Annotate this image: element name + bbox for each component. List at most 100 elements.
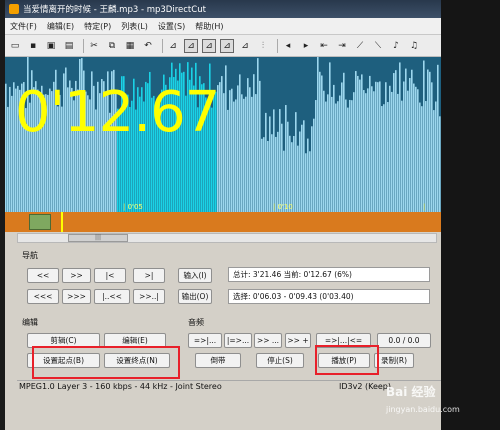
out-point-button[interactable]: 输出(O) — [178, 289, 212, 304]
waveform-view[interactable]: 0'12.67 | 0'05 | 0'10 | 0'15 — [5, 57, 441, 212]
scrollbar-thumb[interactable]: ||| — [68, 234, 128, 242]
waveform-bar — [303, 120, 305, 212]
horizontal-scrollbar[interactable]: ||| — [17, 233, 437, 243]
prev-cue-icon[interactable]: ◂ — [281, 39, 295, 53]
overview-selection — [29, 214, 51, 230]
waveform-bar — [375, 81, 377, 212]
playback-cursor[interactable] — [61, 212, 63, 232]
waveform-bar — [363, 90, 365, 212]
normalize-icon[interactable]: ♪ — [389, 39, 403, 53]
jump-forward-button[interactable]: >>..| — [133, 289, 165, 304]
waveform-bar — [437, 64, 439, 212]
waveform-bar — [251, 96, 253, 212]
cue-active-icon[interactable]: ⊿ — [202, 38, 216, 53]
cut-icon[interactable]: ✂ — [87, 39, 101, 53]
waveform-bar — [435, 101, 437, 212]
level-icon[interactable]: ⫶ — [256, 39, 270, 53]
fade-in-icon[interactable]: ⟋ — [353, 39, 367, 53]
waveform-bar — [387, 102, 389, 212]
jump-back-button[interactable]: |..<< — [94, 289, 130, 304]
waveform-bar — [389, 85, 391, 212]
menu-help[interactable]: 帮助(H) — [190, 21, 228, 32]
waveform-bar — [261, 138, 263, 212]
play-forward-button[interactable]: >> ... — [254, 333, 282, 348]
audio-format-status: MPEG1.0 Layer 3 - 160 kbps - 44 kHz - Jo… — [19, 382, 222, 391]
volume-icon[interactable]: ♫ — [407, 39, 421, 53]
waveform-bar — [329, 62, 331, 212]
menu-edit[interactable]: 编辑(E) — [42, 21, 79, 32]
menu-file[interactable]: 文件(F) — [5, 21, 42, 32]
play-plus-button[interactable]: >> + — [285, 333, 311, 348]
waveform-bar — [401, 100, 403, 212]
waveform-bar — [381, 106, 383, 212]
waveform-bar — [239, 74, 241, 212]
audio-section-title: 音频 — [188, 318, 204, 327]
waveform-bar — [377, 82, 379, 212]
waveform-bar — [263, 137, 265, 212]
rewind-fast-button[interactable]: << — [27, 268, 59, 283]
waveform-bar — [245, 96, 247, 212]
waveform-bar — [355, 71, 357, 212]
new-icon[interactable]: ▭ — [8, 39, 22, 53]
stop-button[interactable]: 停止(S) — [256, 353, 304, 368]
cue-split-icon[interactable]: ⊿ — [220, 38, 234, 53]
record-button[interactable]: 录制(R) — [374, 353, 414, 368]
forward-step-button[interactable]: >>> — [62, 289, 91, 304]
time-tick: | 0'10 — [273, 203, 293, 211]
rewind-step-button[interactable]: <<< — [27, 289, 59, 304]
in-point-button[interactable]: 输入(I) — [178, 268, 212, 283]
waveform-bar — [325, 101, 327, 212]
waveform-bar — [265, 112, 267, 212]
save-all-icon[interactable]: ▤ — [62, 39, 76, 53]
time-tick: | 0'05 — [123, 203, 143, 211]
undo-icon[interactable]: ↶ — [141, 39, 155, 53]
marker-icon[interactable]: ⊿ — [238, 39, 252, 53]
waveform-bar — [411, 69, 413, 212]
play-from-cue-button[interactable]: |=>... — [224, 333, 252, 348]
waveform-bar — [291, 142, 293, 212]
waveform-bar — [5, 83, 7, 212]
copy-icon[interactable]: ⧉ — [105, 39, 119, 53]
waveform-bar — [359, 79, 361, 212]
next-cue-icon[interactable]: ▸ — [299, 39, 313, 53]
waveform-bar — [319, 71, 321, 212]
waveform-bar — [271, 134, 273, 212]
waveform-bar — [349, 99, 351, 212]
waveform-bar — [429, 71, 431, 212]
play-to-cue-button[interactable]: =>|... — [188, 333, 222, 348]
level-value-button[interactable]: 0.0 / 0.0 — [377, 333, 431, 348]
fade-out-icon[interactable]: ⟍ — [371, 39, 385, 53]
waveform-bar — [431, 82, 433, 212]
begin-icon[interactable]: ⇤ — [317, 39, 331, 53]
end-icon[interactable]: ⇥ — [335, 39, 349, 53]
waveform-bar — [415, 86, 417, 212]
save-icon[interactable]: ▪ — [26, 39, 40, 53]
waveform-bar — [9, 86, 11, 212]
waveform-bar — [399, 62, 401, 212]
waveform-bar — [357, 75, 359, 212]
total-time-field: 总计: 3'21.46 当前: 0'12.67 (6%) — [228, 267, 430, 282]
forward-fast-button[interactable]: >> — [62, 268, 91, 283]
waveform-bar — [373, 91, 375, 212]
save-as-icon[interactable]: ▣ — [44, 39, 58, 53]
go-start-button[interactable]: |< — [94, 268, 126, 283]
peak-icon[interactable]: ⊿ — [166, 39, 180, 53]
rewind-button[interactable]: 倒带 — [195, 353, 241, 368]
menu-settings[interactable]: 设置(S) — [153, 21, 190, 32]
waveform-bar — [351, 100, 353, 212]
cue-icon[interactable]: ⊿ — [184, 38, 198, 53]
baidu-watermark-url: jingyan.baidu.com — [386, 405, 460, 414]
go-end-button[interactable]: >| — [133, 268, 165, 283]
waveform-bar — [313, 118, 315, 212]
title-bar: 当爱情离开的时候 - 王麟.mp3 - mp3DirectCut — [5, 0, 441, 18]
waveform-bar — [365, 93, 367, 212]
waveform-bar — [221, 76, 223, 212]
toolbar: ▭ ▪ ▣ ▤ ✂ ⧉ ▦ ↶ ⊿ ⊿ ⊿ ⊿ ⊿ ⫶ ◂ ▸ ⇤ ⇥ ⟋ ⟍ … — [5, 35, 441, 57]
highlight-box-edit — [32, 346, 180, 379]
menu-list[interactable]: 列表(L) — [116, 21, 153, 32]
overview-bar[interactable] — [5, 212, 441, 232]
menu-special[interactable]: 特定(P) — [79, 21, 116, 32]
waveform-bar — [241, 94, 243, 212]
waveform-bar — [7, 106, 9, 212]
paste-icon[interactable]: ▦ — [123, 39, 137, 53]
